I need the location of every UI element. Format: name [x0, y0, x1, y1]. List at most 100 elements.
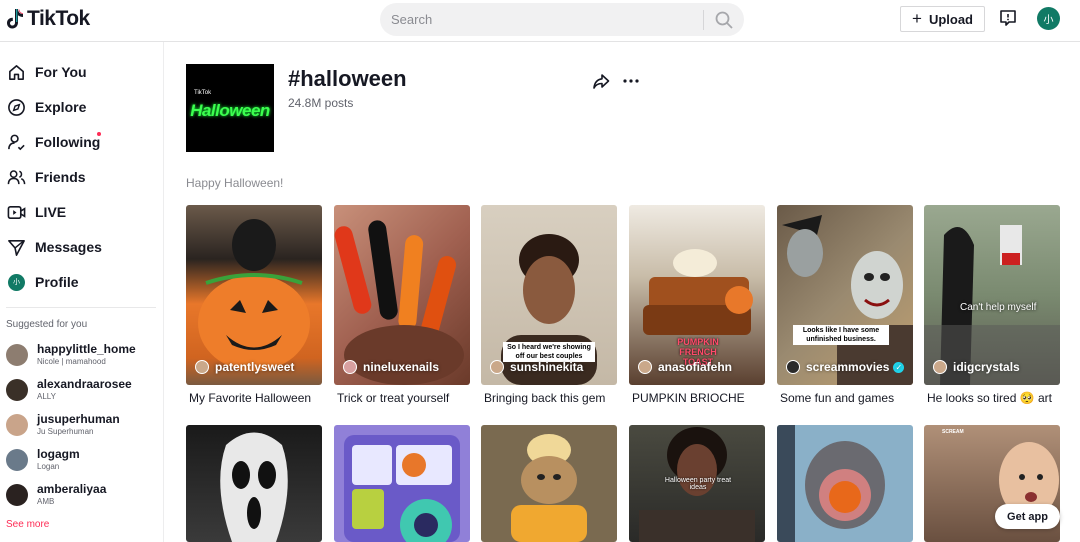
video-thumbnail[interactable]	[481, 425, 617, 542]
account-name: amberaliyaa	[37, 482, 107, 496]
tiktok-logo[interactable]: TikTok	[6, 7, 90, 31]
video-thumbnail[interactable]: Can't help myself idigcrystals	[924, 205, 1060, 385]
sidebar-item-explore[interactable]: Explore	[0, 92, 164, 122]
upload-label: Upload	[928, 11, 973, 27]
account-subtitle: Logan	[37, 462, 60, 471]
sidebar-item-label: LIVE	[35, 204, 67, 220]
sidebar-item-for-you[interactable]: For You	[0, 57, 164, 87]
video-caption[interactable]: Some fun and games	[780, 391, 894, 405]
avatar	[6, 414, 28, 436]
suggested-account[interactable]: amberaliyaa AMB	[0, 482, 164, 512]
video-author: anasofiafehn	[638, 360, 732, 374]
sidebar-item-label: Friends	[35, 169, 86, 185]
search-divider	[703, 10, 704, 30]
pumpkin-cake-image	[198, 219, 310, 371]
account-name: happylittle_home	[37, 342, 136, 356]
search-input[interactable]	[391, 12, 711, 27]
account-subtitle: ALLY	[37, 392, 56, 401]
video-author: sunshinekita	[490, 360, 583, 374]
search-bar	[380, 3, 744, 36]
cover-brand: TikTok	[194, 90, 212, 96]
video-author: screammovies ✓	[786, 360, 905, 374]
sidebar-item-label: For You	[35, 64, 87, 80]
avatar	[6, 449, 28, 471]
suggested-account[interactable]: jusuperhuman Ju Superhuman	[0, 412, 164, 442]
video-thumbnail[interactable]: patentlysweet	[186, 205, 322, 385]
author-name: idigcrystals	[953, 360, 1020, 374]
suggested-account[interactable]: alexandraarosee ALLY	[0, 377, 164, 407]
tiktok-icon	[7, 9, 24, 29]
avatar	[786, 360, 800, 374]
more-options-icon[interactable]	[622, 72, 640, 90]
upload-button[interactable]: + Upload	[900, 6, 985, 32]
avatar: 小	[8, 273, 25, 291]
share-icon[interactable]	[592, 72, 610, 90]
author-name: nineluxenails	[363, 360, 440, 374]
video-thumbnail[interactable]: So I heard we're showing off our best co…	[481, 205, 617, 385]
account-name: jusuperhuman	[37, 412, 120, 426]
account-subtitle: Nicole | mamahood	[37, 357, 106, 366]
compass-icon	[8, 98, 25, 116]
video-thumbnail[interactable]: PUMPKIN FRENCH TOAST anasofiafehn	[629, 205, 765, 385]
post-count: 24.8M posts	[288, 96, 354, 110]
avatar	[638, 360, 652, 374]
notification-dot	[97, 132, 101, 136]
video-caption[interactable]: Trick or treat yourself	[337, 391, 449, 405]
video-overlay-text: Looks like I have some unfinished busine…	[793, 325, 889, 345]
cat-image	[511, 434, 587, 542]
video-overlay-text: Halloween party treat ideas	[664, 477, 732, 491]
sidebar-item-following[interactable]: Following	[0, 127, 164, 157]
nails-image	[334, 220, 464, 385]
video-thumbnail[interactable]: Looks like I have some unfinished busine…	[777, 205, 913, 385]
sidebar-item-messages[interactable]: Messages	[0, 232, 164, 262]
suggested-account[interactable]: logagm Logan	[0, 447, 164, 477]
hashtag-cover: TikTok Halloween	[186, 64, 274, 152]
video-thumbnail[interactable]: nineluxenails	[334, 205, 470, 385]
sidebar-item-live[interactable]: LIVE	[0, 197, 164, 227]
avatar	[933, 360, 947, 374]
video-author: patentlysweet	[195, 360, 294, 374]
video-thumbnail[interactable]	[334, 425, 470, 542]
sidebar-item-profile[interactable]: 小 Profile	[0, 267, 164, 297]
account-name: alexandraarosee	[37, 377, 132, 391]
divider	[6, 307, 156, 308]
costume-image	[924, 225, 1060, 385]
video-thumbnail[interactable]	[186, 425, 322, 542]
cover-word: Halloween	[190, 101, 270, 120]
video-caption[interactable]: Bringing back this gem	[484, 391, 605, 405]
sidebar: For You Explore Following Friends LIVE M…	[0, 42, 164, 542]
top-header: TikTok + Upload 小	[0, 0, 1080, 42]
ghostface-image	[220, 432, 288, 542]
user-follow-icon	[8, 134, 25, 150]
avatar	[6, 344, 28, 366]
video-author: nineluxenails	[343, 360, 439, 374]
inbox-icon[interactable]	[999, 9, 1017, 27]
video-caption[interactable]: He looks so tired 🥺 art	[927, 391, 1052, 405]
user-avatar[interactable]: 小	[1037, 7, 1060, 30]
video-caption[interactable]: My Favorite Halloween	[189, 391, 311, 405]
author-name: anasofiafehn	[658, 360, 733, 374]
suggested-account[interactable]: happylittle_home Nicole | mamahood	[0, 342, 164, 372]
search-icon[interactable]	[714, 10, 734, 30]
home-icon	[9, 64, 24, 80]
video-thumbnail[interactable]: Halloween party treat ideas	[629, 425, 765, 542]
masks-image	[782, 215, 913, 385]
verified-badge-icon: ✓	[893, 361, 905, 373]
author-name: patentlysweet	[215, 360, 295, 374]
sidebar-item-label: Explore	[35, 99, 87, 115]
video-caption[interactable]: PUMPKIN BRIOCHE	[632, 391, 745, 405]
author-name: sunshinekita	[510, 360, 584, 374]
live-icon	[7, 205, 26, 219]
sidebar-item-label: Following	[35, 134, 101, 150]
see-more-link[interactable]: See more	[6, 519, 49, 530]
video-thumbnail[interactable]	[777, 425, 913, 542]
page-title: #halloween	[288, 66, 407, 91]
video-author: idigcrystals	[933, 360, 1020, 374]
sidebar-item-friends[interactable]: Friends	[0, 162, 164, 192]
avatar	[6, 379, 28, 401]
lunchbox-image	[344, 435, 460, 542]
author-name: screammovies	[806, 360, 890, 374]
get-app-button[interactable]: Get app	[995, 504, 1060, 529]
sidebar-item-label: Messages	[35, 239, 102, 255]
video-overlay-text: SCREAM	[942, 429, 964, 435]
